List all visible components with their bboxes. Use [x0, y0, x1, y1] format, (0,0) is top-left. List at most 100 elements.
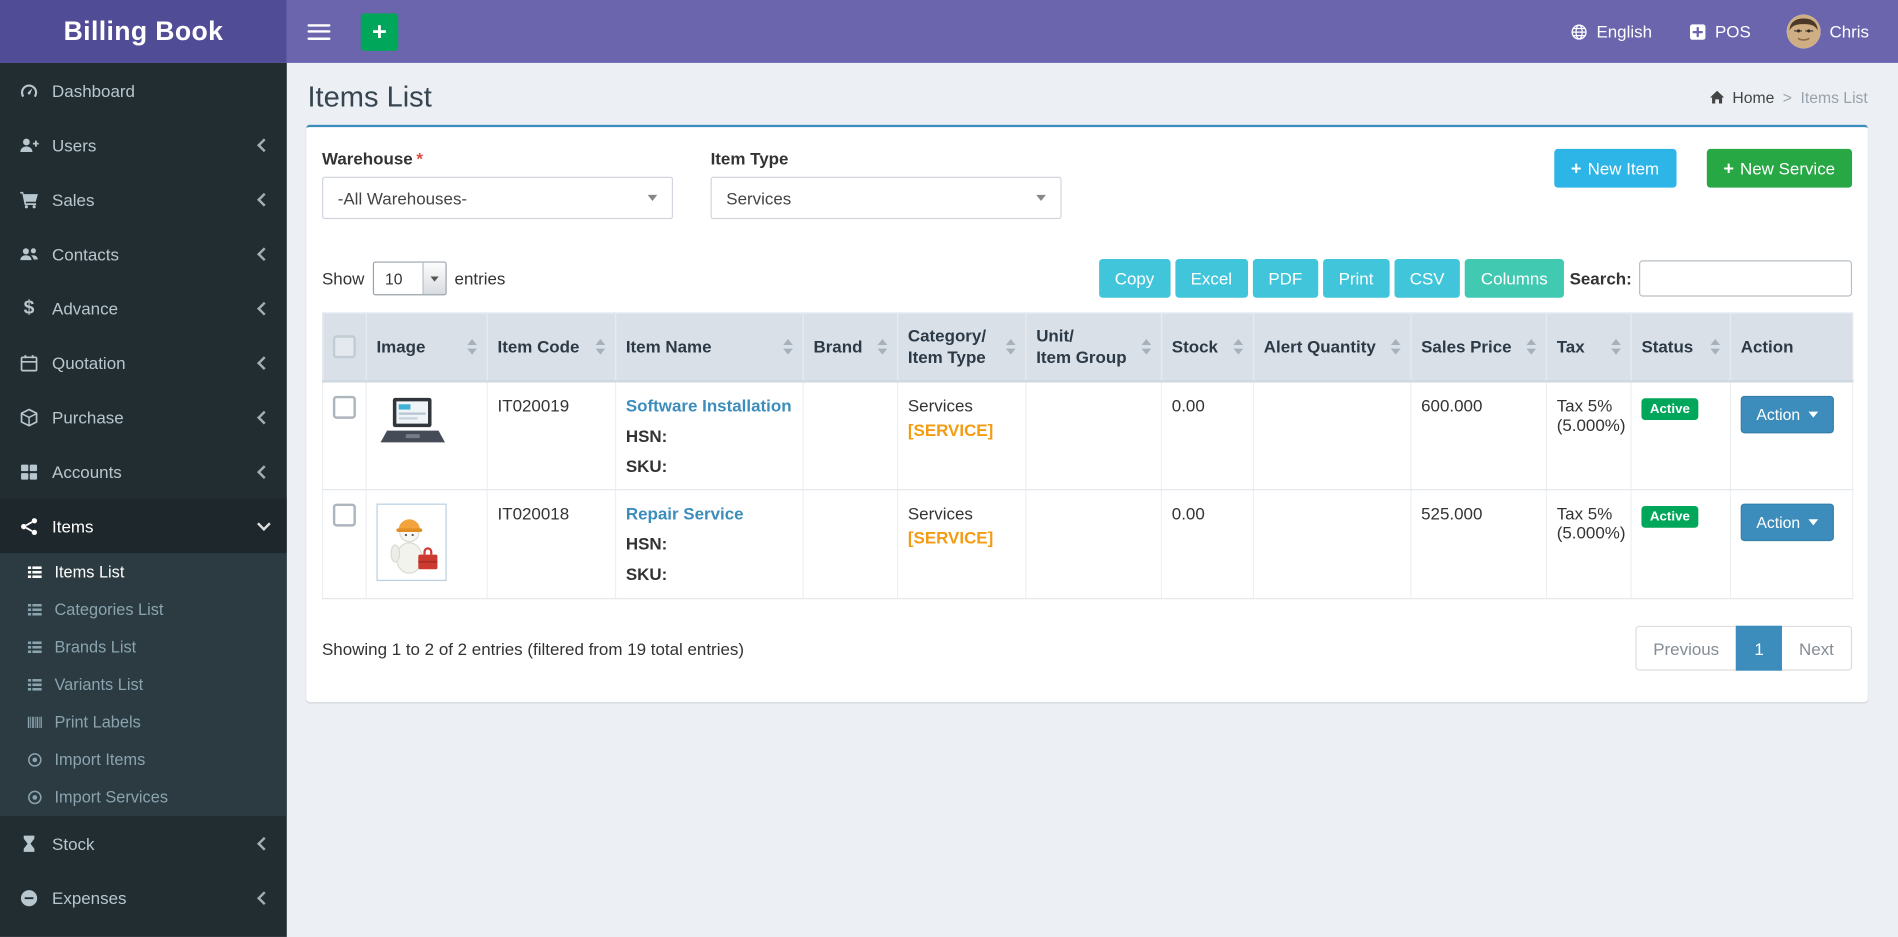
column-header-image[interactable]: Image: [365, 312, 488, 383]
sidebar-item-dashboard[interactable]: Dashboard: [0, 63, 287, 117]
chevron-left-icon: [257, 836, 271, 850]
chevron-left-icon: [257, 464, 271, 479]
avatar: [1787, 14, 1821, 49]
select-all-checkbox[interactable]: [332, 335, 356, 359]
item-image-software-installation[interactable]: [376, 396, 449, 448]
caret-down-icon: [1808, 411, 1819, 418]
sidebar-item-users[interactable]: Users: [0, 117, 287, 171]
item-code-cell: IT020019: [486, 380, 617, 491]
sidebar-item-quotation[interactable]: Quotation: [0, 335, 287, 389]
sidebar-toggle-button[interactable]: [287, 0, 351, 63]
print-button[interactable]: Print: [1322, 259, 1390, 298]
column-header-status[interactable]: Status: [1630, 312, 1732, 383]
search-label: Search:: [1569, 268, 1632, 289]
row-checkbox[interactable]: [332, 395, 356, 419]
quick-add-button[interactable]: +: [360, 12, 399, 51]
language-menu[interactable]: English: [1570, 22, 1652, 41]
tax-value: Tax 5%: [1556, 395, 1613, 416]
column-header-sales-price[interactable]: Sales Price: [1410, 312, 1548, 383]
items-submenu: Items List Categories List Brands List V…: [0, 553, 287, 816]
pos-link[interactable]: POS: [1688, 21, 1751, 42]
item-type-label: Item Type: [710, 148, 789, 169]
action-dropdown-button[interactable]: Action: [1740, 503, 1835, 542]
page-number-button[interactable]: 1: [1736, 625, 1783, 671]
category-value: Services: [907, 503, 973, 523]
list-icon: [25, 601, 44, 617]
copy-button[interactable]: Copy: [1098, 259, 1171, 298]
pdf-button[interactable]: PDF: [1252, 259, 1318, 298]
sidebar-item-sales[interactable]: Sales: [0, 172, 287, 226]
sidebar-item-accounts[interactable]: Accounts: [0, 444, 287, 498]
circle-dot-icon: [25, 789, 44, 805]
next-page-button[interactable]: Next: [1780, 625, 1853, 671]
item-name-link[interactable]: Repair Service: [626, 504, 744, 523]
item-type-tag: [SERVICE]: [907, 420, 994, 440]
new-item-button[interactable]: + New Item: [1553, 148, 1677, 188]
filters-section: Warehouse * -All Warehouses- Item Type Se…: [321, 148, 1853, 220]
warehouse-filter: Warehouse * -All Warehouses-: [321, 149, 674, 220]
table-row: IT020019 Software Installation HSN: SKU:…: [321, 380, 1854, 491]
chevron-left-icon: [257, 246, 271, 261]
column-header-unit[interactable]: Unit/Item Group: [1025, 312, 1163, 383]
item-code-cell: IT020018: [486, 489, 617, 600]
excel-button[interactable]: Excel: [1174, 259, 1248, 298]
sort-icon: [783, 339, 793, 355]
breadcrumb-home[interactable]: Home: [1709, 88, 1774, 107]
list-icon: [25, 639, 44, 655]
sidebar-subitem-variants-list[interactable]: Variants List: [0, 666, 287, 704]
sidebar-subitem-items-list[interactable]: Items List: [0, 553, 287, 591]
columns-button[interactable]: Columns: [1465, 259, 1564, 298]
page-title: Items List: [307, 80, 432, 114]
entries-label: entries: [454, 268, 506, 289]
sidebar-subitem-categories-list[interactable]: Categories List: [0, 591, 287, 629]
sales-price-cell: 600.000: [1410, 380, 1548, 491]
people-icon: [18, 244, 40, 263]
column-header-category[interactable]: Category/Item Type: [896, 312, 1027, 383]
home-icon: [1710, 90, 1725, 104]
sidebar-item-stock[interactable]: Stock: [0, 816, 287, 870]
column-header-tax[interactable]: Tax: [1545, 312, 1632, 383]
user-plus-icon: [18, 135, 40, 154]
warehouse-select[interactable]: -All Warehouses-: [321, 176, 674, 220]
sidebar-item-advance[interactable]: $ Advance: [0, 281, 287, 335]
column-header-alert-quantity[interactable]: Alert Quantity: [1252, 312, 1412, 383]
sidebar-item-items[interactable]: Items: [0, 498, 287, 554]
table-footer: Showing 1 to 2 of 2 entries (filtered fr…: [322, 625, 1853, 671]
sidebar-subitem-brands-list[interactable]: Brands List: [0, 628, 287, 666]
column-header-brand[interactable]: Brand: [802, 312, 899, 383]
show-label: Show: [321, 268, 365, 289]
sidebar-subitem-print-labels[interactable]: Print Labels: [0, 703, 287, 741]
sidebar-item-label: Items: [52, 516, 94, 536]
sidebar-subitem-label: Print Labels: [54, 712, 141, 732]
item-name-link[interactable]: Software Installation: [626, 396, 792, 415]
chevron-left-icon: [257, 355, 271, 370]
sidebar-item-expenses[interactable]: Expenses: [0, 870, 287, 924]
column-header-item-name[interactable]: Item Name: [614, 312, 804, 383]
column-header-item-code[interactable]: Item Code: [486, 312, 617, 383]
item-type-select[interactable]: Services: [710, 176, 1062, 220]
new-service-button[interactable]: + New Service: [1706, 148, 1853, 188]
row-checkbox[interactable]: [332, 503, 356, 527]
sidebar-subitem-import-services[interactable]: Import Services: [0, 778, 287, 816]
search-input[interactable]: [1639, 260, 1853, 297]
barcode-icon: [25, 714, 44, 730]
status-badge: Active: [1641, 505, 1699, 528]
filter-actions: + New Item + New Service: [1553, 148, 1853, 188]
sidebar-item-purchase[interactable]: Purchase: [0, 390, 287, 444]
sidebar-subitem-import-items[interactable]: Import Items: [0, 741, 287, 779]
page-size-select[interactable]: 10: [372, 261, 447, 296]
tax-detail: (5.000%): [1556, 522, 1626, 543]
previous-page-button[interactable]: Previous: [1635, 625, 1738, 671]
hsn-label: HSN:: [625, 426, 668, 446]
item-image-repair-service[interactable]: [376, 503, 447, 582]
sort-icon: [1390, 339, 1401, 355]
brand-cell: [802, 380, 899, 491]
column-header-stock[interactable]: Stock: [1160, 312, 1255, 383]
action-dropdown-button[interactable]: Action: [1740, 395, 1835, 434]
sort-icon: [1611, 339, 1621, 355]
unit-group-cell: [1025, 380, 1163, 491]
pos-label: POS: [1714, 21, 1751, 42]
user-menu[interactable]: Chris: [1787, 14, 1869, 49]
csv-button[interactable]: CSV: [1394, 259, 1461, 298]
sidebar-item-contacts[interactable]: Contacts: [0, 226, 287, 280]
